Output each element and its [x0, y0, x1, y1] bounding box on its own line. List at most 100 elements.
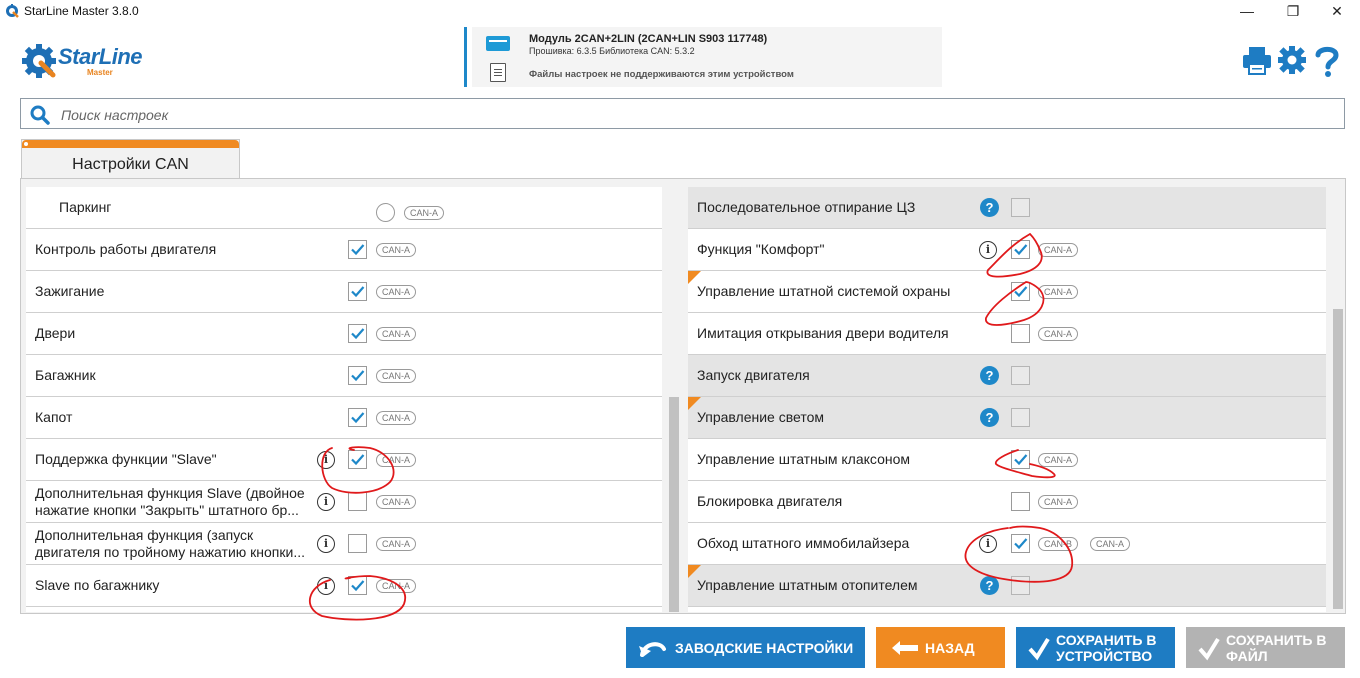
device-firmware: Прошивка: 6.3.5 Библиотека CAN: 5.3.2: [529, 46, 695, 56]
setting-label: Поддержка функции "Slave": [35, 451, 217, 467]
setting-checkbox[interactable]: [348, 576, 367, 595]
minimize-button[interactable]: —: [1224, 0, 1270, 22]
setting-checkbox[interactable]: [1011, 282, 1030, 301]
can-badge: CAN-B: [1038, 537, 1079, 551]
can-badge: CAN-A: [1038, 453, 1079, 467]
setting-checkbox[interactable]: [1011, 450, 1030, 469]
checkmark-icon: [351, 328, 365, 340]
help-icon[interactable]: [1314, 45, 1340, 77]
factory-settings-label: ЗАВОДСКИЕ НАСТРОЙКИ: [675, 640, 854, 656]
can-badge: CAN-A: [376, 285, 417, 299]
info-icon[interactable]: i: [317, 535, 335, 553]
save-to-device-label-2: УСТРОЙСТВО: [1056, 648, 1153, 664]
settings-file-icon: [490, 63, 506, 82]
setting-label: Блокировка двигателя: [697, 493, 843, 509]
tab-can-settings[interactable]: Настройки CAN: [21, 139, 240, 179]
setting-radio[interactable]: [376, 203, 395, 222]
setting-label: Управление штатным клаксоном: [697, 451, 911, 467]
setting-row: Блокировка двигателя CAN-A: [688, 481, 1326, 523]
setting-checkbox[interactable]: [348, 366, 367, 385]
setting-checkbox[interactable]: [1011, 324, 1030, 343]
checkmark-icon: [351, 286, 365, 298]
can-badge: CAN-A: [376, 243, 417, 257]
maximize-button[interactable]: ❐: [1270, 0, 1316, 22]
setting-label: Управление светом: [697, 409, 824, 425]
info-icon[interactable]: i: [979, 535, 997, 553]
info-icon[interactable]: i: [317, 493, 335, 511]
tab-label: Настройки CAN: [72, 156, 189, 173]
device-files-note: Файлы настроек не поддерживаются этим ус…: [529, 69, 794, 80]
setting-label-line-2: нажатие кнопки "Закрыть" штатного бр...: [35, 502, 299, 518]
setting-checkbox[interactable]: [1011, 240, 1030, 259]
window-titlebar: StarLine Master 3.8.0 — ❐ ✕: [0, 0, 1360, 22]
setting-checkbox: [1011, 408, 1030, 427]
checkmark-icon: [351, 580, 365, 592]
save-to-device-button[interactable]: СОХРАНИТЬ В УСТРОЙСТВО: [1016, 627, 1175, 668]
can-badge: CAN-A: [376, 495, 417, 509]
setting-checkbox[interactable]: [348, 240, 367, 259]
setting-checkbox[interactable]: [348, 408, 367, 427]
back-button[interactable]: НАЗАД: [876, 627, 1005, 668]
factory-settings-button[interactable]: ЗАВОДСКИЕ НАСТРОЙКИ: [626, 627, 865, 668]
setting-checkbox: [1011, 198, 1030, 217]
setting-row: Багажник CAN-A: [26, 355, 662, 397]
setting-row: Капот CAN-A: [26, 397, 662, 439]
reset-arrow-icon: [639, 642, 666, 657]
setting-checkbox[interactable]: [348, 324, 367, 343]
checkmark-icon: [1028, 637, 1050, 661]
setting-label: Функция "Комфорт": [697, 241, 825, 257]
help-icon[interactable]: ?: [980, 408, 999, 427]
settings-column-right: Последовательное отпирание ЦЗ? Функция "К…: [688, 187, 1326, 612]
left-scroll-thumb[interactable]: [669, 397, 679, 612]
save-to-file-label-1: СОХРАНИТЬ В: [1226, 632, 1327, 648]
setting-row: Двери CAN-A: [26, 313, 662, 355]
setting-label: Обход штатного иммобилайзера: [697, 535, 910, 551]
setting-label: Паркинг: [59, 199, 112, 215]
setting-checkbox[interactable]: [348, 492, 367, 511]
setting-checkbox: [1011, 366, 1030, 385]
left-scrollbar[interactable]: [667, 187, 681, 612]
setting-checkbox[interactable]: [1011, 534, 1030, 553]
save-to-file-button[interactable]: СОХРАНИТЬ В ФАЙЛ: [1186, 627, 1345, 668]
device-title: Модуль 2CAN+2LIN (2CAN+LIN S903 117748): [529, 33, 768, 45]
setting-row: Паркинг CAN-A: [26, 187, 662, 229]
can-badge: CAN-A: [1038, 327, 1079, 341]
setting-row: Обход штатного иммобилайзера i CAN-B CAN-A: [688, 523, 1326, 565]
setting-label: Дополнительная функция Slave (двойное наж…: [35, 485, 320, 519]
arrow-left-icon: [892, 641, 918, 655]
setting-row: Slave по багажнику i CAN-A: [26, 565, 662, 607]
setting-row: Последовательное отпирание ЦЗ?: [688, 187, 1326, 229]
can-badge: CAN-A: [404, 206, 445, 220]
right-scroll-thumb[interactable]: [1333, 309, 1343, 609]
help-icon[interactable]: ?: [980, 366, 999, 385]
window-title: StarLine Master 3.8.0: [24, 4, 139, 18]
settings-column-left: Паркинг CAN-A Контроль работы двигателя CAN…: [26, 187, 662, 612]
logo-brand: StarLine: [58, 44, 143, 69]
setting-row: Запуск двигателя?: [688, 355, 1326, 397]
setting-checkbox[interactable]: [1011, 492, 1030, 511]
setting-checkbox[interactable]: [348, 450, 367, 469]
info-icon[interactable]: i: [317, 577, 335, 595]
search-input[interactable]: [59, 103, 1333, 127]
help-icon[interactable]: ?: [980, 198, 999, 217]
close-window-button[interactable]: ✕: [1314, 0, 1360, 22]
info-icon[interactable]: i: [979, 241, 997, 259]
setting-label: Багажник: [35, 367, 96, 383]
setting-row: Функция "Комфорт" i CAN-A: [688, 229, 1326, 271]
gear-icon[interactable]: [1277, 45, 1307, 75]
setting-checkbox[interactable]: [348, 534, 367, 553]
setting-label-line-1: Дополнительная функция (запуск: [35, 527, 254, 543]
checkmark-icon: [1198, 637, 1220, 661]
setting-checkbox[interactable]: [348, 282, 367, 301]
right-scrollbar[interactable]: [1331, 187, 1345, 612]
setting-label: Последовательное отпирание ЦЗ: [697, 199, 916, 215]
printer-icon[interactable]: [1242, 45, 1272, 75]
can-badge: CAN-A: [376, 411, 417, 425]
app-icon: [6, 4, 19, 18]
search-bar: [20, 98, 1345, 129]
setting-label: Управление штатной системой охраны: [697, 283, 951, 299]
can-badge: CAN-A: [376, 579, 417, 593]
help-icon[interactable]: ?: [980, 576, 999, 595]
checkmark-icon: [351, 370, 365, 382]
info-icon[interactable]: i: [317, 451, 335, 469]
